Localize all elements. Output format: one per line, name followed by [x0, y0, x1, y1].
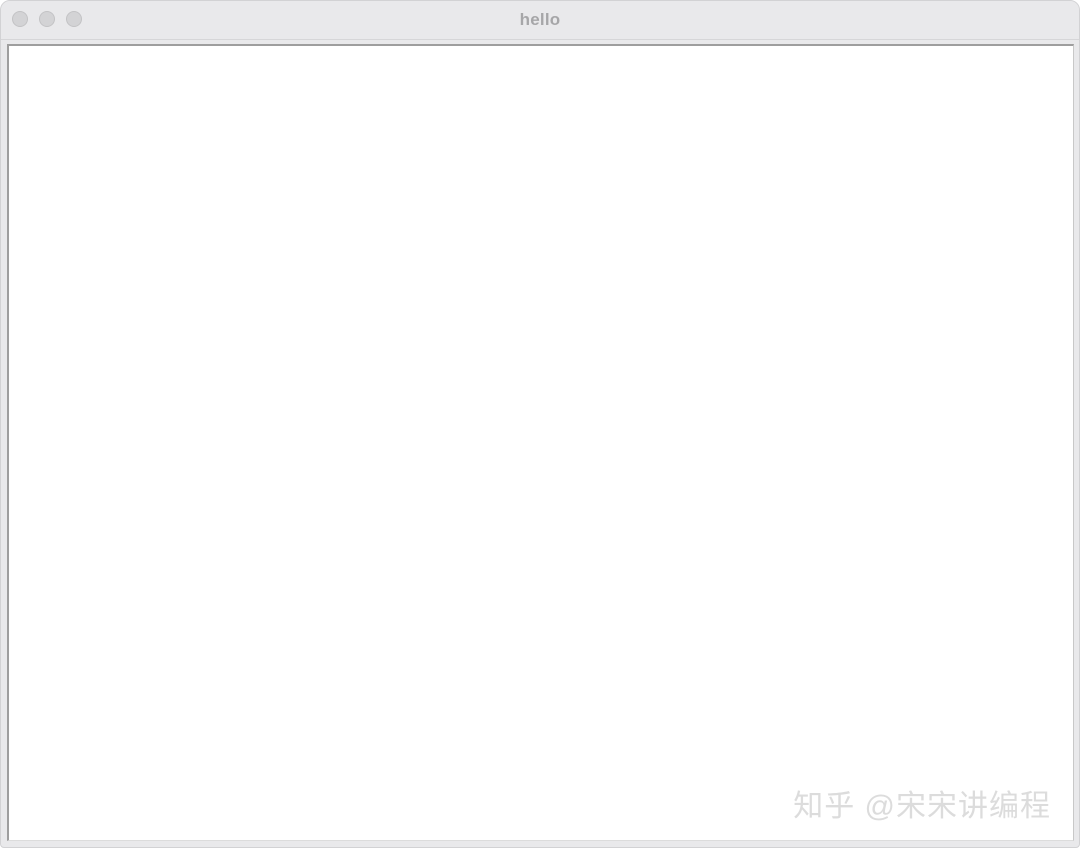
app-window: hello 知乎 @宋宋讲编程	[0, 0, 1080, 848]
title-bar[interactable]: hello	[1, 1, 1079, 40]
watermark-text: 知乎 @宋宋讲编程	[793, 790, 1051, 823]
window-title: hello	[519, 10, 561, 29]
drawing-canvas[interactable]	[7, 44, 1074, 841]
